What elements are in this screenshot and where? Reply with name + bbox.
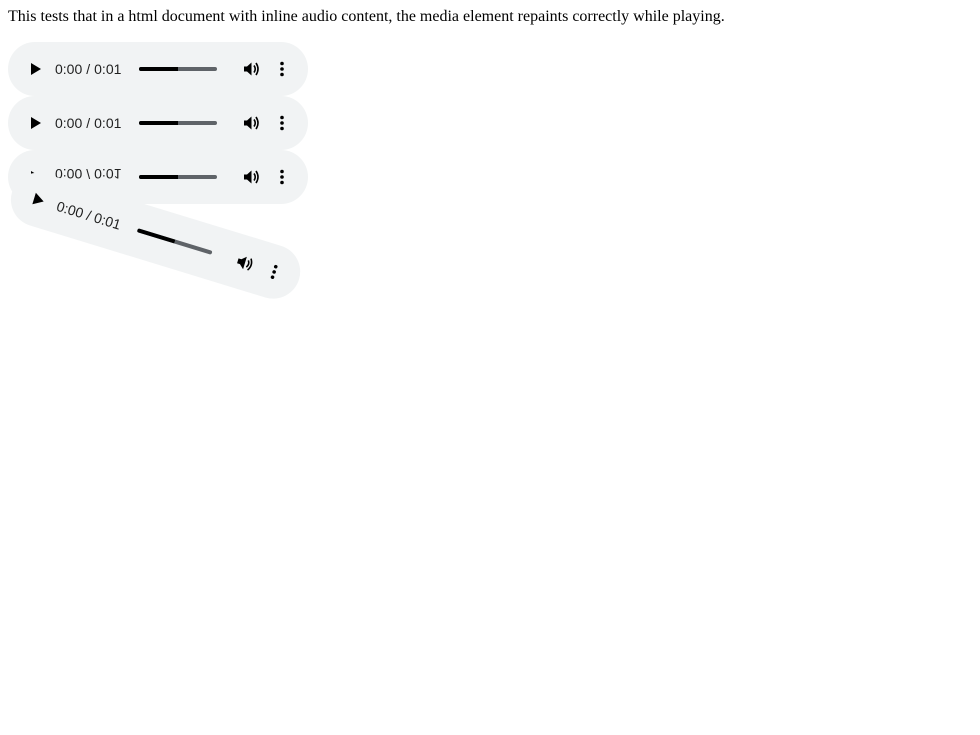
time-separator: / xyxy=(86,115,91,131)
play-button[interactable] xyxy=(27,188,49,210)
play-button[interactable] xyxy=(26,60,44,78)
more-vert-icon xyxy=(280,169,284,185)
seek-progress xyxy=(136,228,176,244)
play-icon xyxy=(31,117,41,129)
mute-button[interactable] xyxy=(241,167,261,187)
overflow-menu-button[interactable] xyxy=(274,59,290,79)
seek-slider[interactable] xyxy=(139,175,217,179)
more-vert-icon xyxy=(280,61,284,77)
seek-progress xyxy=(139,121,178,125)
more-vert-icon xyxy=(270,264,278,279)
mute-button[interactable] xyxy=(232,250,257,275)
play-icon xyxy=(31,63,41,75)
play-button[interactable] xyxy=(26,114,44,132)
audio-player[interactable]: 0:00/0:01 xyxy=(8,42,308,96)
time-display: 0:00/0:01 xyxy=(55,59,121,79)
duration: 0:01 xyxy=(92,209,123,233)
time-display: 0:00/0:01 xyxy=(55,113,121,133)
seek-slider[interactable] xyxy=(136,228,213,255)
overflow-menu-button[interactable] xyxy=(274,113,290,133)
seek-progress xyxy=(139,67,178,71)
current-time: 0:00 xyxy=(55,61,83,77)
duration: 0:01 xyxy=(94,166,122,182)
audio-player[interactable]: 0:00/0:01 xyxy=(8,96,308,150)
seek-slider[interactable] xyxy=(139,121,217,125)
duration: 0:01 xyxy=(94,115,122,131)
volume-icon xyxy=(244,62,259,76)
seek-slider[interactable] xyxy=(139,67,217,71)
volume-icon xyxy=(244,170,259,184)
description-text: This tests that in a html document with … xyxy=(8,8,725,25)
duration: 0:01 xyxy=(94,61,122,77)
time-separator: / xyxy=(86,61,91,77)
volume-icon xyxy=(244,116,259,130)
play-icon xyxy=(32,192,44,205)
time-display: 0:00/0:01 xyxy=(54,196,123,235)
overflow-menu-button[interactable] xyxy=(264,260,285,284)
time-separator: / xyxy=(86,166,91,182)
mute-button[interactable] xyxy=(241,113,261,133)
current-time: 0:00 xyxy=(55,115,83,131)
more-vert-icon xyxy=(280,115,284,131)
volume-icon xyxy=(237,256,253,271)
mute-button[interactable] xyxy=(241,59,261,79)
overflow-menu-button[interactable] xyxy=(274,167,290,187)
seek-progress xyxy=(139,175,178,179)
